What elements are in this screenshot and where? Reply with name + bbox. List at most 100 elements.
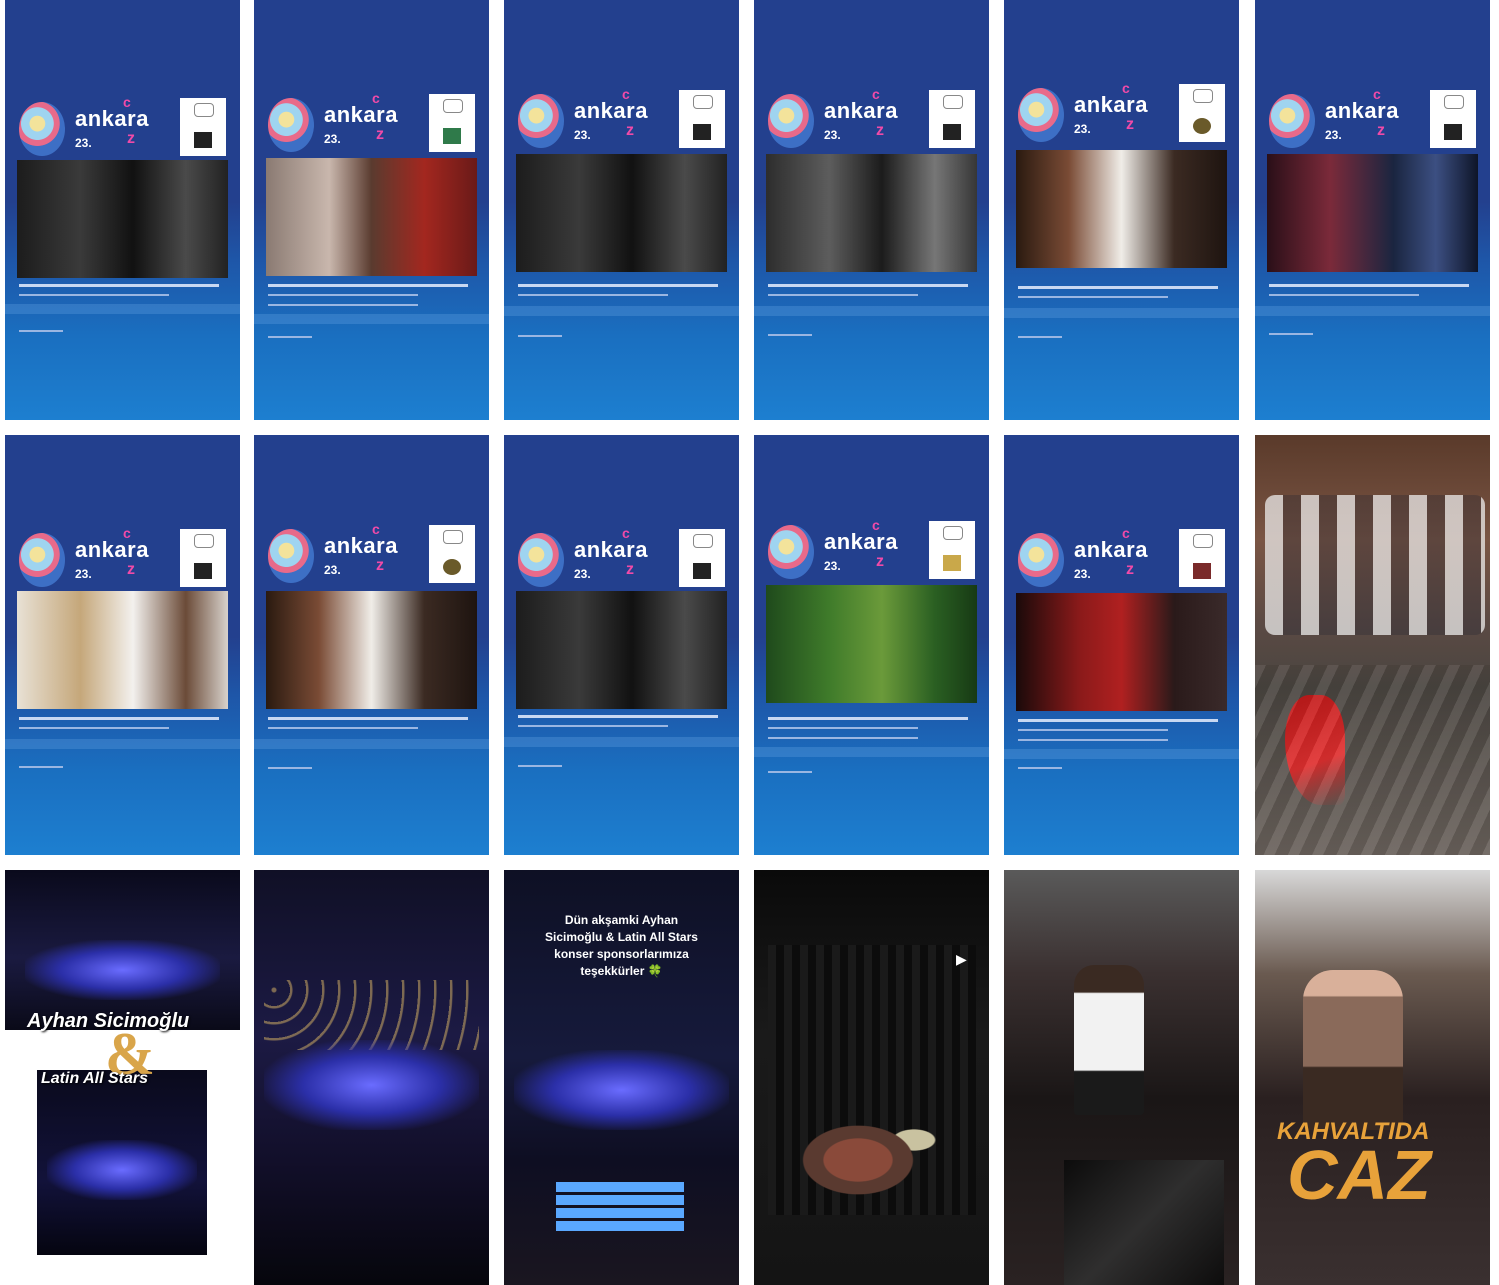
- story-line-1: Dün akşamki Ayhan: [564, 913, 679, 927]
- singer-figure: [1074, 965, 1144, 1115]
- logo-word: ankara: [75, 106, 149, 131]
- artist-photo: [766, 585, 977, 703]
- poster-tile-7[interactable]: c ankara 23. z: [5, 435, 240, 855]
- festival-emblem-icon: [768, 94, 814, 148]
- handle-line: [1269, 333, 1313, 335]
- concert-photo-top: [5, 870, 240, 1030]
- festival-emblem-icon: [19, 533, 65, 587]
- story-tile-stage[interactable]: [254, 870, 489, 1285]
- concert-photo-bottom: [37, 1070, 207, 1255]
- festival-emblem-icon: [268, 98, 314, 152]
- festival-emblem-icon: [1018, 88, 1064, 142]
- handle-line: [1018, 767, 1062, 769]
- stage-lights: [514, 1050, 729, 1130]
- caption-line: [1018, 719, 1218, 722]
- caption-line: [268, 717, 468, 720]
- poster-tile-4[interactable]: c ankara 23. z: [754, 0, 989, 420]
- logo-z: z: [127, 130, 135, 147]
- sponsor-logo: [180, 98, 226, 156]
- caption-line: [768, 717, 968, 720]
- logo-z: z: [376, 557, 384, 574]
- poster-tile-10[interactable]: c ankara 23. z: [754, 435, 989, 855]
- handle-line: [518, 765, 562, 767]
- band: [1004, 749, 1239, 759]
- poster-tile-9[interactable]: c ankara 23. z: [504, 435, 739, 855]
- caption-line: [19, 284, 219, 287]
- logo-z: z: [127, 561, 135, 578]
- band: [5, 739, 240, 749]
- festival-emblem-icon: [1269, 94, 1315, 148]
- sponsor-hashtags: [556, 1182, 684, 1234]
- story-tile-drummer[interactable]: ▶: [754, 870, 989, 1285]
- story-tile-singer[interactable]: [1004, 870, 1239, 1285]
- festival-emblem-icon: [19, 102, 65, 156]
- artist-photo: [266, 158, 477, 276]
- caption-line: [268, 294, 418, 296]
- sponsor-logo: [929, 90, 975, 148]
- poster-header: c ankara 23. z: [1016, 525, 1227, 589]
- sponsor-logo: [929, 521, 975, 579]
- poster-tile-11[interactable]: c ankara 23. z: [1004, 435, 1239, 855]
- festival-emblem-icon: [768, 525, 814, 579]
- caption-line: [19, 717, 219, 720]
- handle-line: [268, 767, 312, 769]
- poster-tile-3[interactable]: c ankara 23. z: [504, 0, 739, 420]
- handle-line: [19, 330, 63, 332]
- logo-number: 23.: [75, 567, 92, 581]
- caption-line: [268, 284, 468, 287]
- band: [504, 737, 739, 747]
- logo-number: 23.: [574, 128, 591, 142]
- poster-header: c ankara 23. z: [516, 525, 727, 589]
- logo-word: ankara: [1325, 98, 1399, 123]
- sponsor-logo: [429, 525, 475, 583]
- latin-overlay: Latin All Stars: [41, 1070, 148, 1087]
- logo-number: 23.: [324, 132, 341, 146]
- logo-number: 23.: [1325, 128, 1342, 142]
- caption-line: [268, 727, 418, 729]
- story-line-4: teşekkürler 🍀: [580, 964, 663, 978]
- poster-header: c ankara 23. z: [266, 521, 477, 585]
- handle-line: [1018, 336, 1062, 338]
- logo-word: ankara: [824, 529, 898, 554]
- photo-tile-staff[interactable]: [1255, 435, 1490, 855]
- sponsor-logo: [180, 529, 226, 587]
- handle-line: [19, 766, 63, 768]
- band: [1004, 308, 1239, 318]
- poster-tile-5[interactable]: c ankara 23. z: [1004, 0, 1239, 420]
- band: [5, 304, 240, 314]
- story-tile-kahvalti[interactable]: KAHVALTIDA CAZ: [1255, 870, 1490, 1285]
- caption-line: [1269, 284, 1469, 287]
- logo-number: 23.: [1074, 122, 1091, 136]
- logo-number: 23.: [824, 559, 841, 573]
- band: [754, 747, 989, 757]
- poster-tile-6[interactable]: c ankara 23. z: [1255, 0, 1490, 420]
- poster-tile-8[interactable]: c ankara 23. z: [254, 435, 489, 855]
- caption-line: [768, 294, 918, 296]
- artist-photo: [766, 154, 977, 272]
- logo-number: 23.: [324, 563, 341, 577]
- caption-line: [268, 304, 418, 306]
- stage-lights: [25, 940, 220, 1000]
- story-tile-thanks[interactable]: Dün akşamki Ayhan Sicimoğlu & Latin All …: [504, 870, 739, 1285]
- caz-overlay: CAZ: [1287, 1136, 1431, 1214]
- caption-line: [768, 727, 918, 729]
- logo-z: z: [1377, 122, 1385, 139]
- story-tile-ayhan[interactable]: Ayhan Sicimoğlu & Latin All Stars: [5, 870, 240, 1285]
- logo-word: ankara: [574, 98, 648, 123]
- story-line-3: konser sponsorlarımıza: [554, 947, 689, 961]
- logo-word: ankara: [324, 102, 398, 127]
- stage-lights: [47, 1140, 197, 1200]
- carpet-pattern: [1255, 665, 1490, 855]
- festival-emblem-icon: [268, 529, 314, 583]
- poster-tile-2[interactable]: c ankara 23. z: [254, 0, 489, 420]
- band: [254, 739, 489, 749]
- artist-photo: [17, 591, 228, 709]
- play-icon[interactable]: ▶: [956, 952, 967, 968]
- caption-line: [1269, 294, 1419, 296]
- poster-tile-1[interactable]: c ankara 23. z: [5, 0, 240, 420]
- band: [754, 306, 989, 316]
- caption-line: [518, 715, 718, 718]
- sponsor-logo: [679, 90, 725, 148]
- festival-emblem-icon: [518, 533, 564, 587]
- logo-word: ankara: [1074, 92, 1148, 117]
